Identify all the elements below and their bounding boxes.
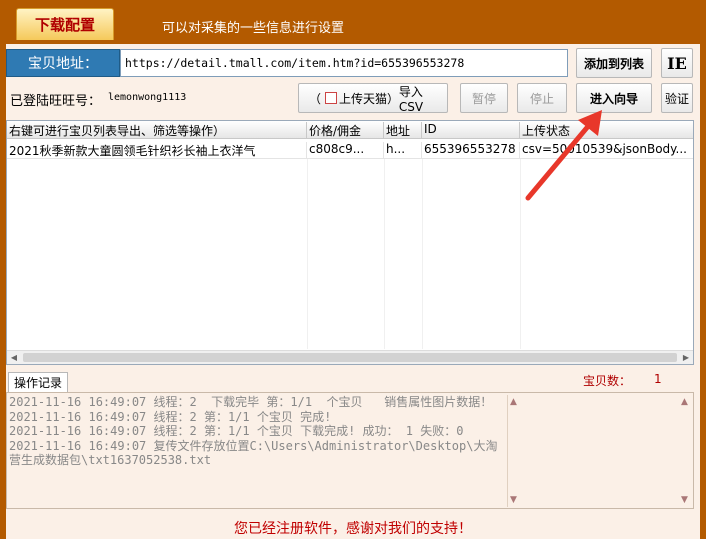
top-bar: 下载配置 可以对采集的一些信息进行设置 xyxy=(0,0,706,44)
registration-footer: 您已经注册软件，感谢对我们的支持！ xyxy=(234,521,472,537)
wangwang-value: lemonwong1113 xyxy=(108,92,187,103)
col-header-price[interactable]: 价格/佣金 xyxy=(307,122,384,138)
table-row[interactable]: 2021秋季新款大童圆领毛针织衫长袖上衣洋气 c808c9... h... 65… xyxy=(7,140,693,159)
verify-button[interactable]: 验证 xyxy=(661,83,693,113)
cell-id: 655396553278 xyxy=(422,142,520,158)
item-grid[interactable]: 右键可进行宝贝列表导出、筛选等操作） 价格/佣金 地址 ID 上传状态 2021… xyxy=(6,120,694,365)
scroll-right-icon[interactable]: ▶ xyxy=(679,351,693,364)
import-csv-group: （ 上传天猫） 导入CSV xyxy=(298,83,448,114)
url-input[interactable]: https://detail.tmall.com/item.htm?id=655… xyxy=(120,49,568,77)
tab-download-config[interactable]: 下载配置 xyxy=(16,8,114,40)
cell-address: h... xyxy=(384,142,422,158)
tab-operation-log[interactable]: 操作记录 xyxy=(8,372,68,392)
scroll-down-icon[interactable]: ▼ xyxy=(681,495,688,505)
import-csv-button[interactable]: 导入CSV xyxy=(399,83,447,114)
ie-button[interactable]: IE xyxy=(661,48,693,78)
col-header-title[interactable]: 右键可进行宝贝列表导出、筛选等操作） xyxy=(7,122,307,138)
cell-upload-status: csv=50010539&jsonBody... xyxy=(522,142,687,156)
panel-vertical-scrollbar[interactable]: ▲ ▼ xyxy=(679,395,693,507)
cell-price: c808c9... xyxy=(307,142,384,158)
log-text: 2021-11-16 16:49:07 线程：2 下载完毕 第：1/1 个宝贝 … xyxy=(9,395,498,467)
scroll-up-icon[interactable]: ▲ xyxy=(510,397,517,407)
log-vertical-scrollbar[interactable]: ▲ ▼ xyxy=(507,395,523,507)
upload-tmall-checkbox[interactable] xyxy=(325,92,337,104)
col-header-id[interactable]: ID xyxy=(422,122,520,138)
pause-button[interactable]: 暂停 xyxy=(460,83,508,113)
wangwang-label: 已登陆旺旺号： xyxy=(10,94,102,109)
enter-wizard-button[interactable]: 进入向导 xyxy=(576,83,652,113)
item-count-value: 1 xyxy=(654,372,662,386)
paren-open: （ xyxy=(309,91,322,106)
scroll-thumb[interactable] xyxy=(23,353,677,362)
scroll-up-icon[interactable]: ▲ xyxy=(681,397,688,407)
scroll-left-icon[interactable]: ◀ xyxy=(7,351,21,364)
col-header-upload-status[interactable]: 上传状态 xyxy=(520,122,693,138)
stop-button[interactable]: 停止 xyxy=(517,83,567,113)
column-divider xyxy=(520,159,521,349)
scroll-down-icon[interactable]: ▼ xyxy=(510,495,517,505)
add-to-list-button[interactable]: 添加到列表 xyxy=(576,48,652,78)
url-label: 宝贝地址： xyxy=(6,49,120,77)
column-divider xyxy=(422,159,423,349)
grid-horizontal-scrollbar[interactable]: ◀ ▶ xyxy=(7,350,693,364)
item-count-label: 宝贝数： xyxy=(583,374,632,388)
upload-tmall-label: 上传天猫） xyxy=(339,91,400,106)
column-divider xyxy=(307,159,308,349)
log-panel: 2021-11-16 16:49:07 线程：2 下载完毕 第：1/1 个宝贝 … xyxy=(6,392,694,509)
grid-header: 右键可进行宝贝列表导出、筛选等操作） 价格/佣金 地址 ID 上传状态 xyxy=(7,121,693,139)
column-divider xyxy=(384,159,385,349)
tab-description: 可以对采集的一些信息进行设置 xyxy=(162,21,345,36)
cell-title: 2021秋季新款大童圆领毛针织衫长袖上衣洋气 xyxy=(7,142,307,158)
col-header-address[interactable]: 地址 xyxy=(384,122,422,138)
